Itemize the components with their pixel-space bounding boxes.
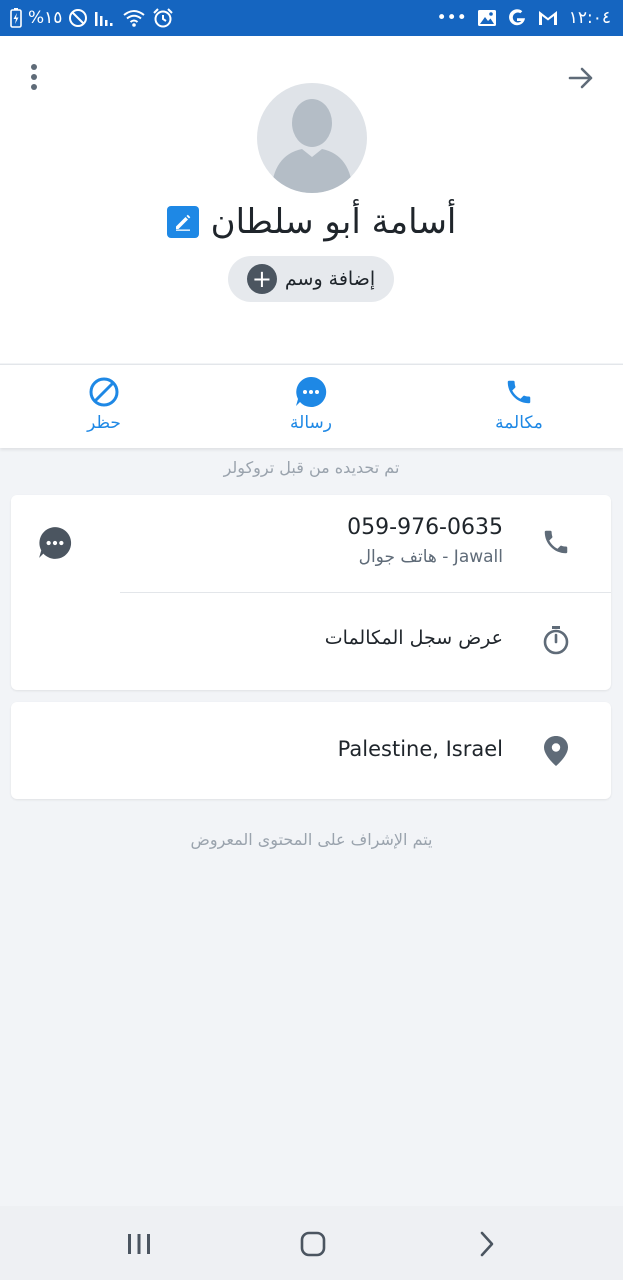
gmail-icon — [538, 11, 557, 25]
signal-icon — [95, 12, 113, 26]
block-button[interactable]: حظر — [44, 375, 164, 441]
call-history-link[interactable]: عرض سجل المكالمات — [325, 627, 503, 649]
phone-row-icon — [539, 525, 573, 559]
moderation-notice: يتم الإشراف على المحتوى المعروض — [190, 830, 433, 849]
verified-by-truecaller: تم تحديده من قبل تروكولر — [223, 458, 400, 477]
alarm-icon — [153, 8, 174, 28]
sms-icon[interactable] — [37, 525, 73, 561]
chevron-right-icon — [480, 1231, 494, 1257]
call-label: مكالمة — [495, 413, 543, 433]
recent-apps-icon — [128, 1234, 150, 1254]
do-not-disturb-icon — [69, 9, 88, 27]
message-bubble-icon — [296, 376, 327, 407]
charging-battery-icon — [10, 8, 22, 28]
plus-icon: + — [246, 264, 277, 294]
status-bar-right: ••• ١٢:٠٤ — [437, 0, 611, 36]
pencil-icon — [175, 214, 190, 231]
add-tag-button[interactable]: إضافة وسم + — [228, 256, 394, 302]
google-icon — [508, 9, 525, 26]
location-text: Palestine, Israel — [337, 737, 503, 761]
call-button[interactable]: مكالمة — [459, 375, 579, 441]
message-label: رسالة — [290, 413, 332, 433]
navigation-bar — [0, 1206, 623, 1280]
location-card: Palestine, Israel — [11, 702, 611, 799]
status-bar-left: %١٥ — [10, 0, 174, 36]
action-bar: مكالمة رسالة حظر — [0, 364, 623, 448]
gallery-icon — [477, 10, 496, 26]
location-pin-icon — [544, 736, 568, 766]
back-button[interactable] — [467, 1224, 507, 1264]
history-row-icon — [539, 623, 573, 657]
location-row-icon — [539, 734, 573, 768]
status-bar: %١٥ ••• ١٢:٠٤ — [0, 0, 623, 36]
message-button[interactable]: رسالة — [251, 375, 371, 441]
contact-header: أسامة أبو سلطان إضافة وسم + — [0, 36, 623, 363]
divider — [120, 592, 611, 593]
overflow-dots: ••• — [436, 7, 467, 28]
wifi-icon — [123, 10, 146, 27]
battery-percent: %١٥ — [28, 8, 63, 28]
edit-name-button[interactable] — [166, 206, 199, 238]
phone-card: 059-976-0635 هاتف جوال - Jawall عرض سجل … — [11, 495, 611, 690]
back-arrow-icon[interactable] — [565, 62, 597, 94]
name-row: أسامة أبو سلطان — [0, 196, 623, 248]
block-icon — [89, 377, 119, 407]
status-time: ١٢:٠٤ — [568, 8, 611, 28]
person-silhouette-icon — [271, 99, 353, 193]
phone-icon — [507, 380, 531, 404]
add-tag-label: إضافة وسم — [284, 268, 376, 290]
recent-apps-button[interactable] — [119, 1224, 159, 1264]
phone-icon — [544, 530, 568, 554]
avatar — [257, 83, 367, 193]
phone-number[interactable]: 059-976-0635 — [347, 515, 503, 540]
stopwatch-icon — [543, 626, 569, 655]
contact-name: أسامة أبو سلطان — [210, 202, 457, 242]
home-icon — [300, 1231, 326, 1257]
home-button[interactable] — [293, 1224, 333, 1264]
block-label: حظر — [87, 413, 121, 433]
phone-type: هاتف جوال - Jawall — [358, 547, 503, 567]
more-options-icon[interactable] — [22, 64, 46, 94]
